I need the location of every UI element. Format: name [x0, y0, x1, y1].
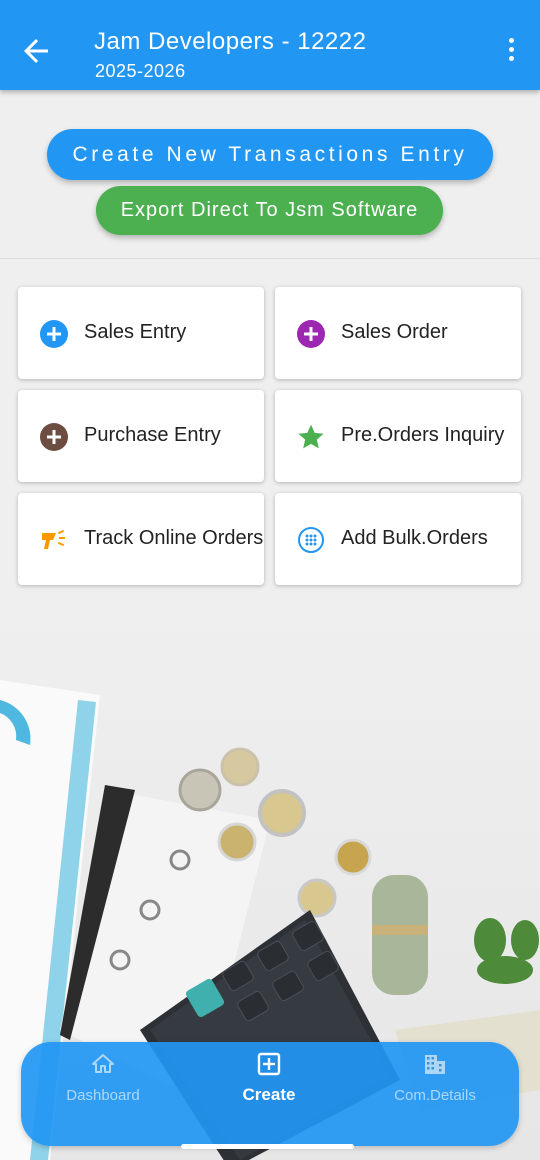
building-icon	[425, 1055, 445, 1074]
card-add-bulk-orders[interactable]: Add Bulk.Orders	[275, 493, 521, 585]
card-label: Track Online Orders	[84, 527, 264, 549]
more-vert-icon[interactable]	[502, 38, 520, 68]
home-icon	[92, 1054, 114, 1073]
card-label: Pre.Orders Inquiry	[341, 424, 505, 446]
divider	[0, 258, 540, 259]
card-sales-entry[interactable]: Sales Entry	[18, 287, 264, 379]
export-button[interactable]: Export Direct To Jsm Software	[96, 186, 443, 235]
card-label: Purchase Entry	[84, 424, 221, 446]
nav-com-details[interactable]: Com.Details	[355, 1042, 515, 1146]
add-box-icon	[257, 1052, 281, 1076]
card-label: Add Bulk.Orders	[341, 527, 488, 549]
nav-dashboard[interactable]: Dashboard	[23, 1042, 183, 1146]
card-sales-order[interactable]: Sales Order	[275, 287, 521, 379]
app-bar: Jam Developers - 12222 2025-2026	[0, 0, 540, 90]
card-track-online-orders[interactable]: Track Online Orders	[18, 493, 264, 585]
back-arrow-icon[interactable]	[18, 33, 54, 69]
plus-circle-icon	[40, 423, 68, 451]
dots-circle-icon	[298, 527, 324, 553]
card-label: Sales Entry	[84, 321, 187, 343]
page-title: Jam Developers - 12222	[94, 28, 367, 55]
card-label: Sales Order	[341, 321, 448, 343]
bottom-nav: Dashboard Create Com.Details	[21, 1042, 519, 1146]
scanner-icon	[42, 529, 65, 549]
nav-create[interactable]: Create	[189, 1042, 349, 1146]
nav-label: Dashboard	[66, 1087, 140, 1104]
nav-label: Create	[242, 1085, 296, 1104]
home-indicator	[181, 1144, 354, 1149]
star-icon	[298, 424, 324, 449]
card-purchase-entry[interactable]: Purchase Entry	[18, 390, 264, 482]
plus-circle-icon	[297, 320, 325, 348]
plus-circle-icon	[40, 320, 68, 348]
nav-label: Com.Details	[394, 1087, 476, 1104]
create-transaction-button[interactable]: Create New Transactions Entry	[47, 129, 493, 180]
card-preorders-inquiry[interactable]: Pre.Orders Inquiry	[275, 390, 521, 482]
page-subtitle: 2025-2026	[95, 61, 186, 81]
